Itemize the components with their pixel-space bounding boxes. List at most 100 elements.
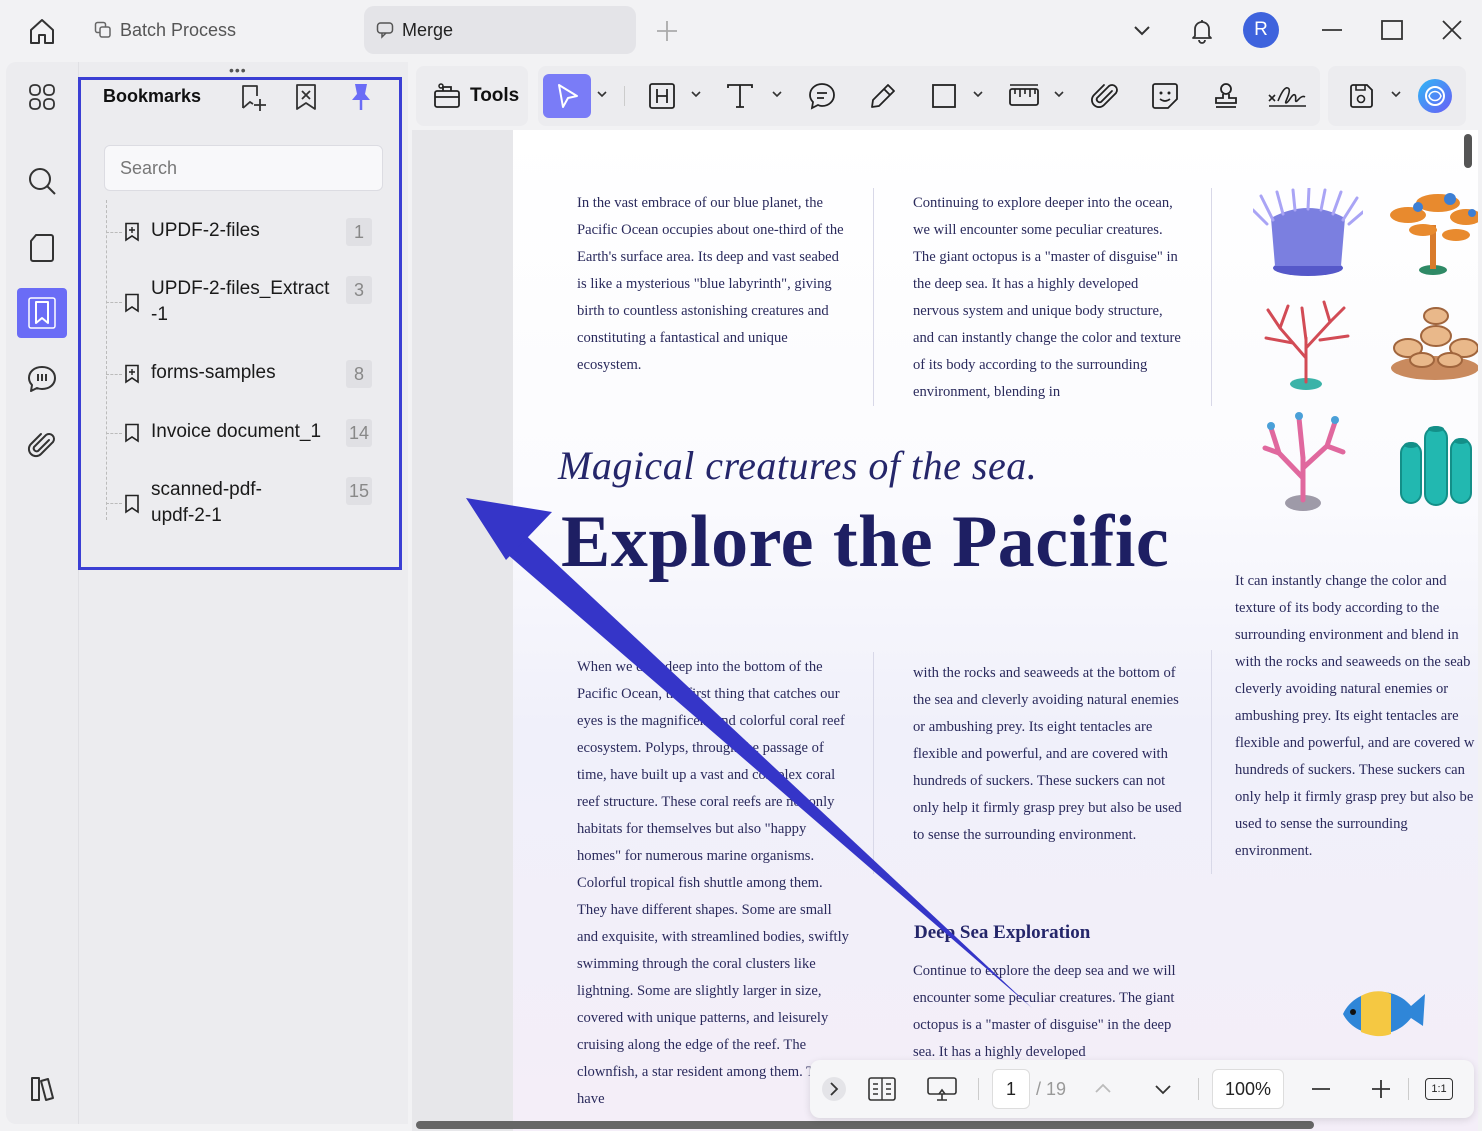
pages-button[interactable] <box>17 223 67 273</box>
document-viewport[interactable]: In the vast embrace of our blue planet, … <box>412 130 1478 1131</box>
chevron-right-icon <box>822 1077 846 1101</box>
coral-pink-branch-image <box>1262 412 1346 511</box>
current-page-input[interactable] <box>992 1069 1030 1109</box>
coral-cup-image <box>1391 307 1478 380</box>
comment-tool-button[interactable] <box>802 74 842 118</box>
bookmark-item[interactable]: UPDF-2-files 1 <box>106 218 376 246</box>
add-bookmark-button[interactable] <box>236 80 270 114</box>
chevron-down-icon[interactable] <box>596 88 608 100</box>
text-icon <box>727 84 753 108</box>
vertical-scrollbar[interactable] <box>1464 134 1472 168</box>
bookmarks-button[interactable] <box>17 288 67 338</box>
notifications-button[interactable] <box>1182 10 1222 50</box>
sticker-tool-button[interactable] <box>1145 74 1185 118</box>
library-button[interactable] <box>17 1064 67 1114</box>
minus-icon <box>1312 1088 1330 1090</box>
chevron-up-icon <box>1095 1083 1111 1093</box>
actual-size-button[interactable]: 1:1 <box>1422 1070 1456 1108</box>
ai-assistant-icon <box>1418 79 1452 113</box>
shape-tool-button[interactable] <box>924 74 964 118</box>
collapse-nav-button[interactable] <box>820 1070 848 1108</box>
chevron-down-icon[interactable] <box>1390 88 1402 100</box>
tools-group: Tools <box>416 66 528 126</box>
chevron-down-icon[interactable] <box>771 88 783 100</box>
bookmark-star-icon <box>125 364 139 384</box>
zoom-out-button[interactable] <box>1306 1070 1336 1108</box>
tools-label: Tools <box>470 85 520 106</box>
chevron-down-icon[interactable] <box>690 88 702 100</box>
bookmark-search-input[interactable] <box>104 145 383 191</box>
thumbnails-button[interactable] <box>17 72 67 122</box>
close-window-button[interactable] <box>1432 10 1472 50</box>
bookmark-label: Invoice document_1 <box>151 421 322 442</box>
save-button[interactable] <box>1340 74 1382 118</box>
comments-button[interactable] <box>17 354 67 404</box>
paperclip-icon <box>1091 84 1118 108</box>
bookmark-star-icon <box>125 222 139 242</box>
text-tool-button[interactable] <box>720 74 760 118</box>
search-button[interactable] <box>17 156 67 206</box>
bookmark-page-number: 14 <box>346 419 372 447</box>
page-layout-button[interactable] <box>862 1070 902 1108</box>
heading-tool-button[interactable] <box>642 74 682 118</box>
bookmark-icon <box>125 423 139 443</box>
horizontal-scrollbar[interactable] <box>416 1121 1314 1129</box>
presentation-button[interactable] <box>922 1070 962 1108</box>
coral-tree-image <box>1390 193 1478 275</box>
signature-tool-button[interactable] <box>1263 74 1311 118</box>
search-icon <box>29 168 56 195</box>
bookmark-options-button[interactable] <box>289 80 323 114</box>
plus-icon <box>1372 1080 1390 1098</box>
add-bookmark-icon <box>242 85 266 111</box>
bookmark-item[interactable]: Invoice document_1 14 <box>106 419 376 447</box>
next-page-button[interactable] <box>1150 1070 1176 1108</box>
comment-bubble-icon <box>376 22 394 39</box>
bookmark-icon <box>28 297 56 329</box>
bookmark-x-icon <box>296 84 316 110</box>
previous-page-button[interactable] <box>1090 1070 1116 1108</box>
pdf-page: In the vast embrace of our blue planet, … <box>513 130 1478 1131</box>
stamp-icon <box>1215 83 1237 108</box>
account-avatar[interactable]: R <box>1241 10 1281 50</box>
text-column: Continue to explore the deep sea and we … <box>913 963 1176 1060</box>
comment-icon <box>809 83 835 110</box>
bookmark-item[interactable]: forms-samples 8 <box>106 360 376 388</box>
tools-button[interactable]: Tools <box>432 74 519 118</box>
bookmark-item[interactable]: UPDF-2-files_Extract-1 3 <box>106 276 376 328</box>
tabs-dropdown-button[interactable] <box>1122 10 1162 50</box>
chevron-down-icon[interactable] <box>1053 88 1065 100</box>
attachments-button[interactable] <box>17 420 67 470</box>
bookmark-item[interactable]: scanned-pdf-updf-2-1 15 <box>106 477 376 529</box>
title-bar: Batch Process Merge R <box>0 0 1482 62</box>
tab-merge[interactable]: Merge <box>364 6 636 54</box>
grid-icon <box>29 84 55 110</box>
chevron-down-icon <box>1134 26 1150 36</box>
pencil-tool-button[interactable] <box>863 74 903 118</box>
panel-resize-grip[interactable]: ••• <box>229 62 247 78</box>
coral-tube-image <box>1400 426 1472 506</box>
bookmark-page-number: 3 <box>346 276 372 304</box>
home-button[interactable] <box>22 12 62 50</box>
page-navigation-bar: / 19 100% 1:1 <box>810 1060 1474 1118</box>
ai-assistant-button[interactable] <box>1414 74 1456 118</box>
coral-red-branch-image <box>1264 300 1350 390</box>
attach-tool-button[interactable] <box>1085 74 1125 118</box>
chevron-down-icon[interactable] <box>972 88 984 100</box>
bell-icon <box>1192 20 1212 44</box>
new-tab-button[interactable] <box>652 16 682 46</box>
select-tool-button[interactable] <box>543 74 591 118</box>
measure-tool-button[interactable] <box>1004 74 1044 118</box>
zoom-in-button[interactable] <box>1366 1070 1396 1108</box>
tab-batch-process[interactable]: Batch Process <box>82 6 354 54</box>
minimize-button[interactable] <box>1312 10 1352 50</box>
bookmark-icon <box>125 494 139 514</box>
pencil-icon <box>871 84 895 108</box>
text-column: It can instantly change the color and te… <box>1235 573 1475 859</box>
zoom-level[interactable]: 100% <box>1212 1069 1284 1109</box>
text-column: Continuing to explore deeper into the oc… <box>913 195 1181 400</box>
cursor-icon <box>558 84 578 108</box>
maximize-button[interactable] <box>1372 10 1412 50</box>
actual-size-icon: 1:1 <box>1425 1078 1453 1100</box>
pin-panel-button[interactable] <box>344 80 378 114</box>
stamp-tool-button[interactable] <box>1206 74 1246 118</box>
